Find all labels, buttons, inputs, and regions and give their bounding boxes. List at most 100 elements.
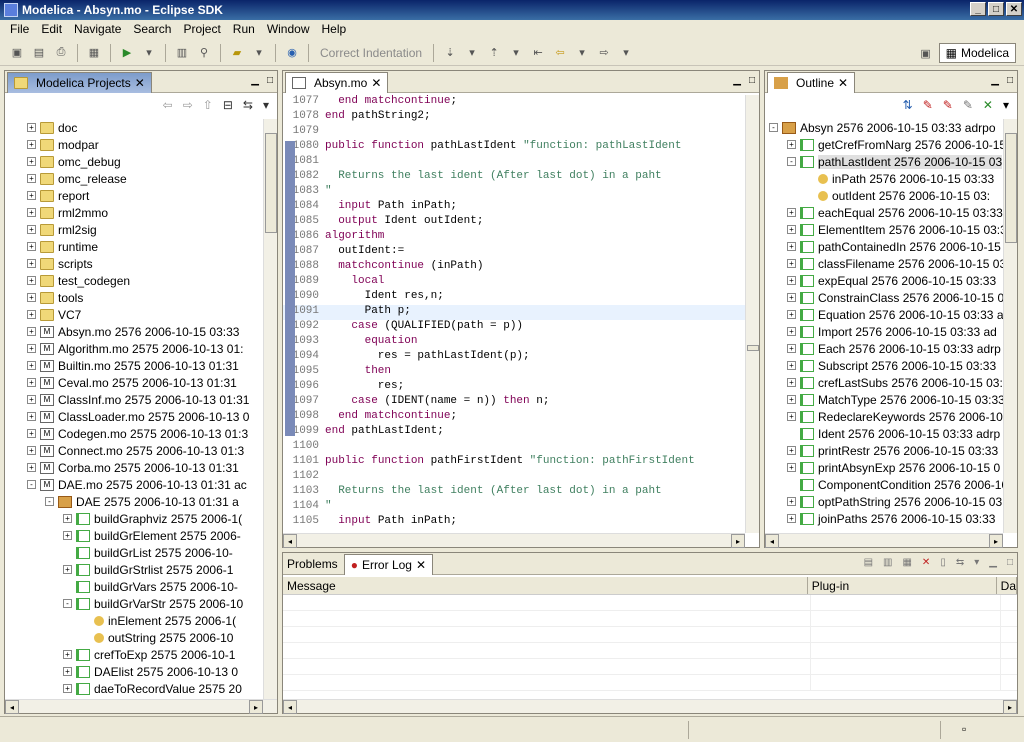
maximize-view-icon[interactable]: □ (1007, 75, 1013, 86)
expand-icon[interactable]: + (787, 514, 796, 523)
expand-icon[interactable]: + (27, 310, 36, 319)
tree-item[interactable]: + M Corba.mo 2575 2006-10-13 01:31 (5, 459, 263, 476)
outline-vscroll[interactable] (1003, 119, 1017, 533)
tree-item[interactable]: + Each 2576 2006-10-15 03:33 adrp (765, 340, 1003, 357)
last-edit-icon[interactable]: ⇤ (529, 44, 547, 62)
tree-item[interactable]: + test_codegen (5, 272, 263, 289)
tree-item[interactable]: + expEqual 2576 2006-10-15 03:33 (765, 272, 1003, 289)
tree-item[interactable]: + runtime (5, 238, 263, 255)
expand-icon[interactable]: + (63, 531, 72, 540)
expand-icon[interactable]: + (787, 259, 796, 268)
tree-item[interactable]: + RedeclareKeywords 2576 2006-10- (765, 408, 1003, 425)
expand-icon[interactable]: + (787, 344, 796, 353)
save-icon[interactable]: ▤ (30, 44, 48, 62)
tree-item[interactable]: outIdent 2576 2006-10-15 03: (765, 187, 1003, 204)
tree-item[interactable]: + scripts (5, 255, 263, 272)
forward-icon[interactable]: ⇨ (183, 98, 193, 112)
editor-vscroll[interactable] (745, 95, 759, 533)
scroll-left-icon[interactable]: ◂ (283, 534, 297, 548)
tree-item[interactable]: + M Codegen.mo 2575 2006-10-13 01:3 (5, 425, 263, 442)
minimize-view-icon[interactable]: ▁ (251, 75, 259, 86)
column-plugin[interactable]: Plug-in (808, 577, 997, 594)
expand-icon[interactable]: + (787, 242, 796, 251)
prev-annotation-icon[interactable]: ⇡ (485, 44, 503, 62)
fast-view-icon[interactable]: ▫ (962, 722, 966, 736)
tree-item[interactable]: + getCrefFromNarg 2576 2006-10-15 (765, 136, 1003, 153)
export-log-icon[interactable]: ▤ (864, 557, 873, 568)
menu-edit[interactable]: Edit (35, 22, 68, 36)
tree-item[interactable]: + pathContainedIn 2576 2006-10-15 (765, 238, 1003, 255)
tree-item[interactable]: + omc_release (5, 170, 263, 187)
tree-item[interactable]: + tools (5, 289, 263, 306)
expand-icon[interactable]: + (27, 259, 36, 268)
collapse-icon[interactable]: - (769, 123, 778, 132)
collapse-icon[interactable]: - (63, 599, 72, 608)
menu-window[interactable]: Window (261, 22, 316, 36)
expand-icon[interactable]: + (787, 310, 796, 319)
outline-hscroll[interactable]: ◂ ▸ (765, 533, 1003, 548)
tree-item[interactable]: + doc (5, 119, 263, 136)
tree-item[interactable]: + classFilename 2576 2006-10-15 03 (765, 255, 1003, 272)
expand-icon[interactable]: + (27, 242, 36, 251)
scroll-thumb[interactable] (1005, 133, 1017, 243)
expand-icon[interactable]: + (787, 208, 796, 217)
expand-icon[interactable]: + (787, 361, 796, 370)
tree-item[interactable]: + M ClassLoader.mo 2575 2006-10-13 0 (5, 408, 263, 425)
tree-item[interactable]: - Absyn 2576 2006-10-15 03:33 adrpo (765, 119, 1003, 136)
search-icon[interactable]: ⚲ (195, 44, 213, 62)
menu-run[interactable]: Run (227, 22, 261, 36)
minimize-view-icon[interactable]: ▁ (989, 557, 997, 568)
expand-icon[interactable]: + (27, 378, 36, 387)
up-icon[interactable]: ⇧ (203, 98, 213, 112)
view-menu-icon[interactable]: ▾ (1003, 98, 1009, 112)
tree-item[interactable]: - pathLastIdent 2576 2006-10-15 03 (765, 153, 1003, 170)
tab-modelica-projects[interactable]: Modelica Projects ✕ (7, 71, 152, 93)
menu-file[interactable]: File (4, 22, 35, 36)
expand-icon[interactable]: + (27, 429, 36, 438)
link-editor-icon[interactable]: ⇆ (243, 98, 253, 112)
expand-icon[interactable]: + (787, 446, 796, 455)
tree-item[interactable]: + DAElist 2575 2006-10-13 0 (5, 663, 263, 680)
expand-icon[interactable]: + (27, 123, 36, 132)
tree-item[interactable]: + VC7 (5, 306, 263, 323)
scroll-right-icon[interactable]: ▸ (731, 534, 745, 548)
expand-icon[interactable]: + (27, 208, 36, 217)
expand-icon[interactable]: + (27, 361, 36, 370)
new-file-icon[interactable]: ▥ (173, 44, 191, 62)
maximize-view-icon[interactable]: □ (1007, 557, 1013, 568)
import-log-icon[interactable]: ▥ (883, 557, 892, 568)
close-tab-icon[interactable]: ✕ (135, 76, 145, 90)
restore-log-icon[interactable]: ⇆ (956, 557, 964, 568)
print-icon[interactable]: ⎙ (52, 44, 70, 62)
tree-item[interactable]: + M Absyn.mo 2576 2006-10-15 03:33 (5, 323, 263, 340)
tree-item[interactable]: inElement 2575 2006-1( (5, 612, 263, 629)
close-button[interactable]: ✕ (1006, 2, 1022, 16)
expand-icon[interactable]: + (63, 514, 72, 523)
projects-vscroll[interactable] (263, 119, 277, 699)
open-folder-icon[interactable]: ▰ (228, 44, 246, 62)
maximize-button[interactable]: □ (988, 2, 1004, 16)
expand-icon[interactable]: + (27, 412, 36, 421)
perspective-button[interactable]: ▦ Modelica (938, 43, 1016, 63)
forward-icon[interactable]: ⇨ (595, 44, 613, 62)
scroll-thumb[interactable] (265, 133, 277, 233)
collapse-icon[interactable]: - (27, 480, 36, 489)
maximize-view-icon[interactable]: □ (267, 75, 273, 86)
expand-icon[interactable]: + (27, 344, 36, 353)
menu-navigate[interactable]: Navigate (68, 22, 127, 36)
delete-log-icon[interactable]: ✕ (922, 557, 930, 568)
tree-item[interactable]: + printRestr 2576 2006-10-15 03:33 (765, 442, 1003, 459)
expand-icon[interactable]: + (27, 293, 36, 302)
tree-item[interactable]: + printAbsynExp 2576 2006-10-15 0 (765, 459, 1003, 476)
run-icon[interactable]: ▶ (118, 44, 136, 62)
expand-icon[interactable]: + (63, 684, 72, 693)
code-editor[interactable]: 1077 end matchcontinue; 1078 end pathStrin… (283, 95, 745, 533)
hide-nonpublic-icon[interactable]: ✕ (983, 98, 993, 112)
expand-icon[interactable]: + (63, 650, 72, 659)
view-menu-icon[interactable]: ▾ (263, 98, 269, 112)
tree-item[interactable]: + optPathString 2576 2006-10-15 03 (765, 493, 1003, 510)
tree-item[interactable]: + buildGraphviz 2575 2006-1( (5, 510, 263, 527)
tree-item[interactable]: + crefLastSubs 2576 2006-10-15 03: (765, 374, 1003, 391)
build-icon[interactable]: ▦ (85, 44, 103, 62)
tree-item[interactable]: inPath 2576 2006-10-15 03:33 (765, 170, 1003, 187)
